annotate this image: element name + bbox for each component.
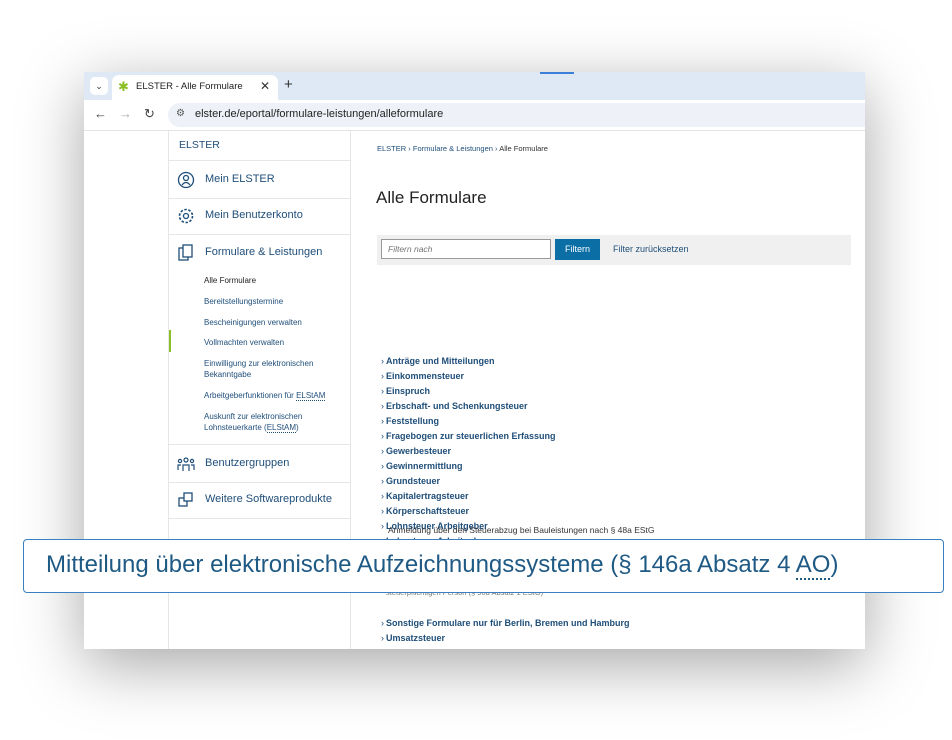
tab-elster[interactable]: ✱ ELSTER - Alle Formulare ✕ bbox=[112, 75, 278, 100]
back-icon[interactable]: ← bbox=[94, 106, 107, 122]
url-text: elster.de/eportal/formulare-leistungen/a… bbox=[195, 108, 444, 120]
sidebar-subitem-arbeitgeberfunktionen[interactable]: Arbeitgeberfunktionen für ELStAM bbox=[204, 390, 344, 401]
category-label: Anträge und Mitteilungen bbox=[386, 356, 495, 366]
zoomed-form-link[interactable]: Mitteilung über elektronische Aufzeichnu… bbox=[23, 539, 944, 593]
category-label: Einspruch bbox=[386, 386, 431, 396]
chevron-right-icon: › bbox=[381, 521, 384, 531]
category-item[interactable]: › Grundsteuer bbox=[381, 476, 440, 486]
chevron-right-icon: › bbox=[381, 506, 384, 516]
category-label: Sonstige Formulare nur für Berlin, Breme… bbox=[386, 618, 630, 628]
elster-favicon-icon: ✱ bbox=[118, 79, 129, 94]
filter-bar: Filtern Filter zurücksetzen bbox=[377, 235, 851, 265]
chevron-right-icon: › bbox=[381, 356, 384, 366]
category-item[interactable]: › Feststellung bbox=[381, 416, 439, 426]
category-label: Körperschaftsteuer bbox=[386, 506, 470, 516]
zoomed-text-main: Mitteilung über elektronische Aufzeichnu… bbox=[46, 551, 796, 578]
windows-icon bbox=[178, 492, 193, 507]
divider bbox=[169, 444, 350, 445]
category-label: Fragebogen zur steuerlichen Erfassung bbox=[386, 431, 556, 441]
divider bbox=[169, 482, 350, 483]
sidebar-subitem-vollmachten[interactable]: Vollmachten verwalten bbox=[204, 337, 344, 348]
sidebar-item-label: Mein ELSTER bbox=[205, 173, 275, 185]
sidebar-subitem-alle-formulare[interactable]: Alle Formulare bbox=[204, 275, 344, 286]
breadcrumb-current: Alle Formulare bbox=[499, 144, 548, 153]
chevron-right-icon: › bbox=[381, 386, 384, 396]
elstam-abbr: ELStAM bbox=[266, 423, 297, 433]
category-item[interactable]: › Einkommensteuer bbox=[381, 371, 464, 381]
divider bbox=[169, 198, 350, 199]
category-item[interactable]: › Fragebogen zur steuerlichen Erfassung bbox=[381, 431, 556, 441]
tab-title: ELSTER - Alle Formulare bbox=[136, 81, 243, 92]
category-umsatzsteuer[interactable]: › Umsatzsteuer bbox=[381, 633, 445, 643]
category-item[interactable]: › Körperschaftsteuer bbox=[381, 506, 469, 516]
ao-abbr: AO bbox=[795, 551, 831, 580]
forward-icon[interactable]: → bbox=[119, 106, 132, 122]
form-link-bauleistungen[interactable]: Anmeldung über den Steuerabzug bei Baule… bbox=[388, 525, 655, 535]
chevron-right-icon: › bbox=[381, 491, 384, 501]
subitem-text-end: ) bbox=[296, 423, 299, 432]
active-indicator bbox=[169, 330, 171, 352]
chevron-right-icon: › bbox=[381, 416, 384, 426]
category-label: Gewerbesteuer bbox=[386, 446, 452, 456]
chevron-right-icon: › bbox=[381, 371, 384, 381]
category-item[interactable]: › Einspruch bbox=[381, 386, 430, 396]
sidebar-brand[interactable]: ELSTER bbox=[179, 139, 220, 151]
category-item[interactable]: › Anträge und Mitteilungen bbox=[381, 356, 495, 366]
sidebar-subitem-bereitstellungstermine[interactable]: Bereitstellungstermine bbox=[204, 296, 344, 307]
filter-input[interactable] bbox=[381, 239, 551, 259]
users-icon bbox=[177, 457, 195, 471]
site-info-icon[interactable]: ⚙ bbox=[176, 108, 185, 119]
gear-icon bbox=[178, 208, 194, 224]
category-item[interactable]: › Gewerbesteuer bbox=[381, 446, 451, 456]
sidebar-subitem-auskunft[interactable]: Auskunft zur elektronischen Lohnsteuerka… bbox=[204, 411, 344, 433]
category-sonstige-berlin[interactable]: › Sonstige Formulare nur für Berlin, Brem… bbox=[381, 618, 630, 628]
reset-filter-link[interactable]: Filter zurücksetzen bbox=[613, 244, 689, 254]
filter-button[interactable]: Filtern bbox=[555, 239, 600, 260]
chevron-right-icon: › bbox=[381, 446, 384, 456]
category-label: Kapitalertragsteuer bbox=[386, 491, 469, 501]
page-title: Alle Formulare bbox=[376, 188, 487, 207]
sidebar-item-label: Mein Benutzerkonto bbox=[205, 209, 303, 221]
chevron-right-icon: › bbox=[381, 431, 384, 441]
category-label: Feststellung bbox=[386, 416, 440, 426]
category-item[interactable]: › Gewinnermittlung bbox=[381, 461, 463, 471]
zoomed-text-end: ) bbox=[830, 551, 839, 578]
breadcrumb-formulare[interactable]: Formulare & Leistungen bbox=[413, 144, 493, 153]
documents-icon bbox=[178, 244, 193, 261]
close-tab-icon[interactable]: ✕ bbox=[260, 79, 270, 93]
sidebar-item-label: Formulare & Leistungen bbox=[205, 246, 323, 258]
chevron-right-icon: › bbox=[381, 401, 384, 411]
category-label: Einkommensteuer bbox=[386, 371, 465, 381]
new-tab-button[interactable]: + bbox=[284, 76, 293, 93]
divider bbox=[169, 234, 350, 235]
chevron-right-icon: › bbox=[381, 476, 384, 486]
category-item[interactable]: › Kapitalertragsteuer bbox=[381, 491, 469, 501]
address-bar[interactable]: ⚙ elster.de/eportal/formulare-leistungen… bbox=[168, 103, 865, 127]
divider bbox=[169, 160, 350, 161]
breadcrumb: ELSTER › Formulare & Leistungen › Alle F… bbox=[377, 144, 548, 153]
chevron-right-icon: › bbox=[381, 633, 384, 643]
user-circle-icon bbox=[177, 171, 195, 189]
tab-search-button[interactable]: ⌄ bbox=[90, 77, 108, 95]
reload-icon[interactable]: ↻ bbox=[144, 106, 155, 122]
sidebar-subitem-bescheinigungen[interactable]: Bescheinigungen verwalten bbox=[204, 317, 344, 328]
browser-toolbar: ← → ↻ ⚙ elster.de/eportal/formulare-leis… bbox=[84, 100, 865, 131]
subitem-text: Arbeitgeberfunktionen für bbox=[204, 391, 297, 400]
elstam-abbr: ELStAM bbox=[296, 391, 326, 401]
tab-bar: ⌄ ✱ ELSTER - Alle Formulare ✕ + bbox=[84, 72, 865, 100]
breadcrumb-elster[interactable]: ELSTER bbox=[377, 144, 406, 153]
chevron-right-icon: › bbox=[381, 618, 384, 628]
chevron-right-icon: › bbox=[381, 461, 384, 471]
category-item[interactable]: › Erbschaft- und Schenkungsteuer bbox=[381, 401, 528, 411]
tab-indicator bbox=[540, 72, 574, 74]
category-label: Umsatzsteuer bbox=[386, 633, 446, 643]
category-label: Erbschaft- und Schenkungsteuer bbox=[386, 401, 528, 411]
sidebar-item-label: Weitere Softwareprodukte bbox=[205, 493, 332, 505]
sidebar-item-label: Benutzergruppen bbox=[205, 457, 290, 469]
category-label: Grundsteuer bbox=[386, 476, 441, 486]
category-label: Gewinnermittlung bbox=[386, 461, 463, 471]
divider bbox=[169, 518, 350, 519]
zoomed-link-text: Mitteilung über elektronische Aufzeichnu… bbox=[46, 551, 839, 580]
sidebar-subitem-einwilligung[interactable]: Einwilligung zur elektronischen Bekanntg… bbox=[204, 358, 344, 380]
